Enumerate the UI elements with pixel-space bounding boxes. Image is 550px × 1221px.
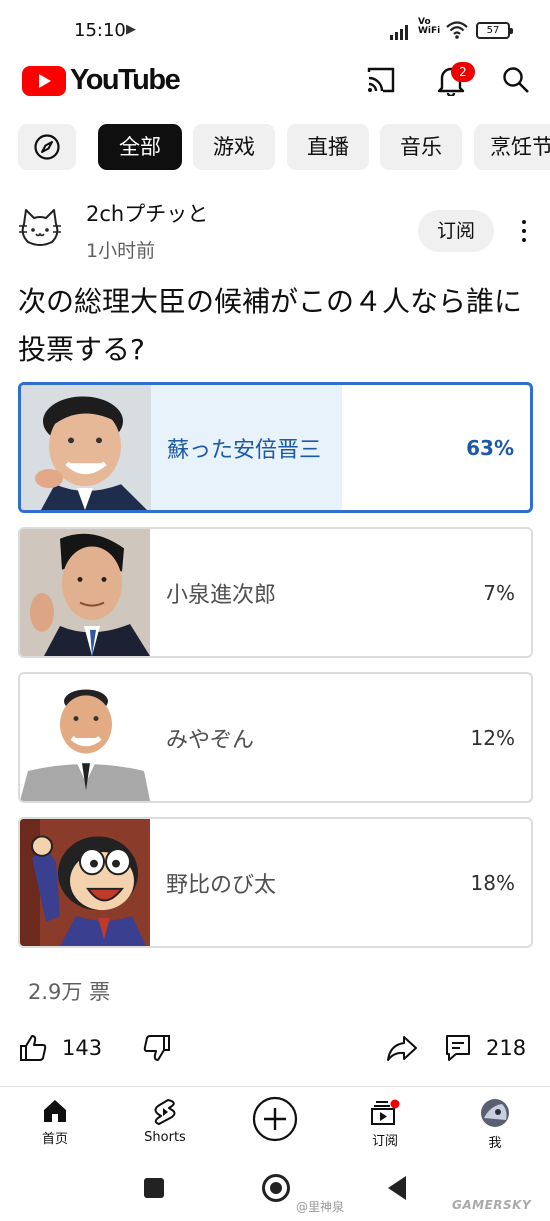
comment-count: 218 <box>486 1036 527 1060</box>
channel-avatar-cat-icon[interactable] <box>18 206 62 250</box>
chip-live[interactable]: 直播 <box>287 124 369 170</box>
vowifi-indicator: Vo WiFi <box>418 18 440 36</box>
notification-badge: 2 <box>451 62 475 82</box>
back-button[interactable] <box>388 1176 406 1200</box>
category-chips: 全部 游戏 直播 音乐 烹饪节 <box>0 124 550 170</box>
poll-option[interactable]: 蘇った安倍晋三 63% <box>18 382 533 513</box>
chip-cooking[interactable]: 烹饪节 <box>474 124 550 170</box>
nav-shorts[interactable]: Shorts <box>125 1094 205 1154</box>
shorts-icon <box>154 1099 176 1125</box>
candidate-photo-3 <box>20 674 150 801</box>
recents-button[interactable] <box>144 1178 164 1198</box>
status-bar: 15:10 ▶ Vo WiFi 57 <box>0 0 550 56</box>
poll-option-percent: 12% <box>470 725 515 750</box>
explore-chip[interactable] <box>18 124 76 170</box>
battery-icon: 57 <box>476 22 513 39</box>
avatar <box>481 1099 509 1127</box>
nav-home[interactable]: 首页 <box>15 1094 95 1154</box>
candidate-photo-4 <box>20 819 150 946</box>
poll-option-label: 小泉進次郎 <box>166 582 277 608</box>
poll-question: 次の総理大臣の候補がこの４人なら誰に投票する? <box>18 285 523 366</box>
nav-you[interactable]: 我 <box>455 1094 535 1154</box>
chip-gaming[interactable]: 游戏 <box>193 124 275 170</box>
poll-option[interactable]: 小泉進次郎 7% <box>18 527 533 658</box>
poll-option[interactable]: みやぞん 12% <box>18 672 533 803</box>
search-icon[interactable] <box>502 66 530 94</box>
compass-icon <box>34 134 60 160</box>
home-icon <box>44 1100 66 1122</box>
create-button[interactable] <box>235 1094 315 1154</box>
dislike-button[interactable] <box>142 1030 172 1066</box>
subscriptions-icon <box>371 1099 400 1125</box>
youtube-wordmark[interactable]: YouTube <box>70 64 181 97</box>
candidate-photo-2 <box>20 529 150 656</box>
comment-icon <box>446 1035 470 1061</box>
vowifi-bottom: WiFi <box>418 26 441 36</box>
home-button[interactable] <box>262 1174 290 1202</box>
thumbs-down-icon <box>143 1035 170 1061</box>
divider <box>0 1086 550 1087</box>
nav-you-label: 我 <box>488 1136 502 1151</box>
signal-icon <box>390 24 412 40</box>
play-store-icon: ▶ <box>126 22 136 37</box>
poll-option-percent: 18% <box>470 870 515 895</box>
chip-music[interactable]: 音乐 <box>380 124 462 170</box>
poll-option-label: 蘇った安倍晋三 <box>167 437 322 463</box>
cast-icon[interactable] <box>366 66 396 94</box>
poll-option-label: 野比のび太 <box>166 872 277 898</box>
nav-shorts-label: Shorts <box>144 1130 186 1145</box>
share-button[interactable] <box>386 1030 418 1066</box>
vote-count: 2.9万 票 <box>28 980 111 1004</box>
comments-button[interactable]: 218 <box>444 1030 526 1066</box>
chip-all[interactable]: 全部 <box>98 124 182 170</box>
wifi-icon <box>446 21 468 39</box>
share-icon <box>387 1036 417 1061</box>
candidate-photo-1 <box>21 385 151 510</box>
add-icon <box>252 1096 298 1142</box>
subscribe-button[interactable]: 订阅 <box>418 210 494 252</box>
nav-subscriptions-label: 订阅 <box>371 1134 398 1149</box>
more-options-icon[interactable] <box>520 218 528 244</box>
youtube-logo-icon[interactable] <box>22 66 66 96</box>
poll-option[interactable]: 野比のび太 18% <box>18 817 533 948</box>
channel-name[interactable]: 2chプチッと <box>86 198 208 228</box>
weibo-watermark: @里神泉 <box>296 1200 345 1214</box>
status-time: 15:10 <box>74 20 126 41</box>
like-button[interactable]: 143 <box>18 1030 102 1066</box>
poll-option-percent: 63% <box>466 435 514 460</box>
nav-home-label: 首页 <box>41 1132 68 1147</box>
poll-option-label: みやぞん <box>166 727 255 753</box>
top-app-bar: YouTube 2 <box>0 56 550 106</box>
post-time: 1小时前 <box>86 240 156 262</box>
gamersky-watermark: GAMERSKY <box>452 1198 532 1212</box>
poll-option-percent: 7% <box>483 580 515 605</box>
thumbs-up-icon <box>20 1035 47 1061</box>
nav-subscriptions[interactable]: 订阅 <box>345 1094 425 1154</box>
like-count: 143 <box>62 1036 103 1060</box>
